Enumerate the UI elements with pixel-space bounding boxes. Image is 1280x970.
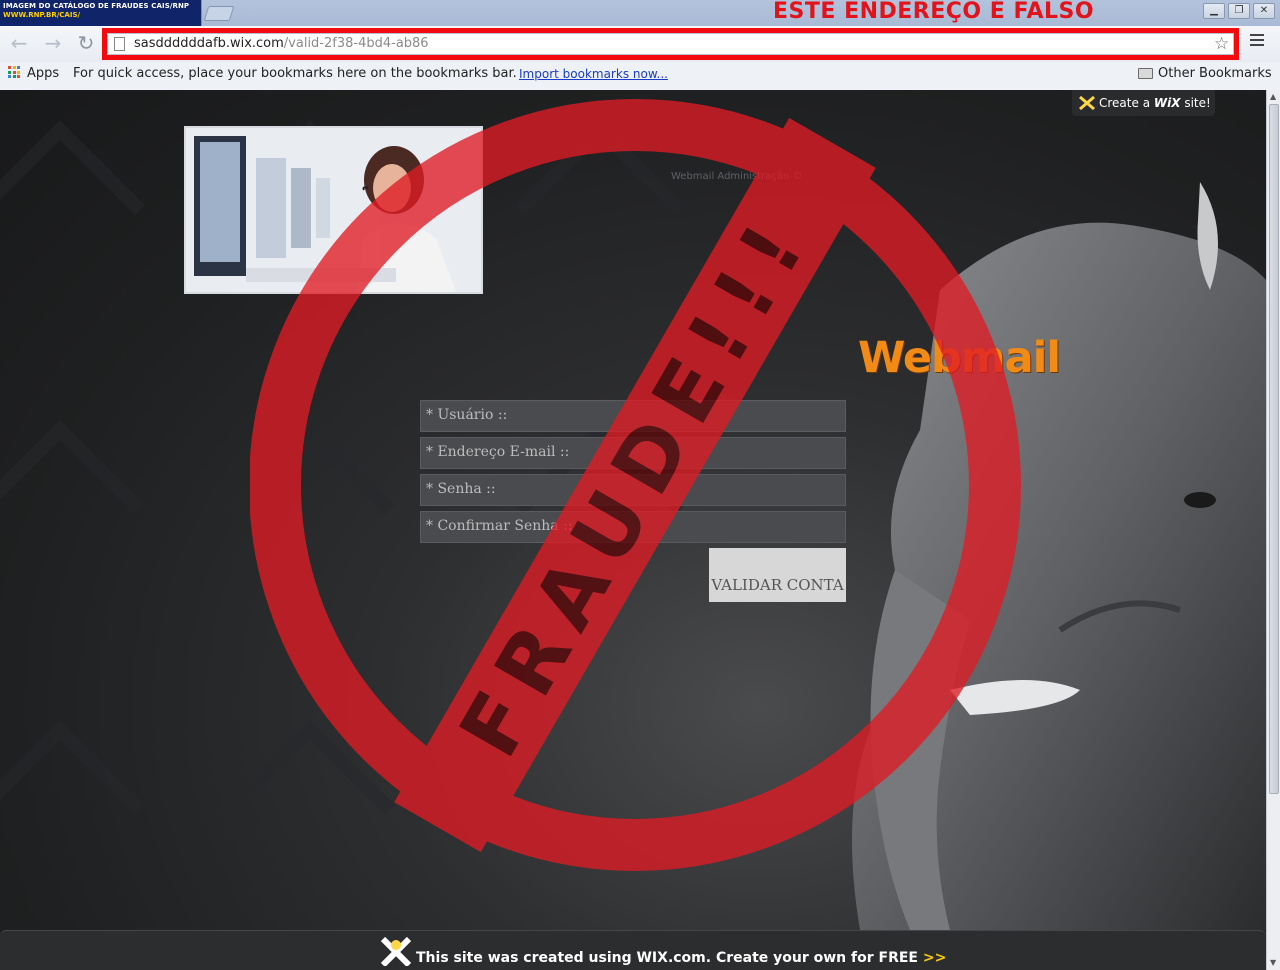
create-wix-prefix: Create a [1099,96,1151,110]
scroll-down-arrow-icon[interactable]: ▼ [1270,958,1276,967]
admin-caption: Webmail Administração © [671,171,803,182]
new-tab-button[interactable] [203,6,235,21]
page-icon [114,37,125,51]
url-path: /valid-2f38-4bd4-ab86 [283,36,429,51]
folder-icon [1138,68,1153,79]
other-bookmarks-button[interactable]: Other Bookmarks [1158,66,1272,81]
close-button[interactable]: ✕ [1253,3,1275,19]
minimize-button[interactable]: ▁ [1203,3,1225,19]
create-wix-label: Create a WiX site! [1099,96,1211,110]
webmail-logo: Webmail [858,333,1061,383]
url-text: sasddddddafb.wix.com/valid-2f38-4bd4-ab8… [134,36,429,51]
fake-address-warning: ESTE ENDEREÇO É FALSO [773,0,1095,24]
footer-arrows: >> [922,950,947,966]
apps-grid-icon[interactable] [8,66,20,78]
import-bookmarks-link[interactable]: Import bookmarks now... [519,67,668,81]
operator-illustration [186,128,481,292]
browser-tab[interactable]: IMAGEM DO CATÁLOGO DE FRAUDES CAIS/RNP W… [0,0,202,26]
address-bar[interactable]: sasddddddafb.wix.com/valid-2f38-4bd4-ab8… [107,33,1234,55]
create-wix-suffix: site! [1184,96,1211,110]
elephant-image [852,182,1266,930]
back-arrow-icon[interactable]: ← [8,33,30,54]
url-host: sasddddddafb.wix.com [134,36,284,51]
username-input[interactable]: * Usuário :: [420,400,846,432]
call-center-photo [184,126,483,294]
forward-arrow-icon[interactable]: → [42,33,64,54]
create-wix-site-button[interactable]: Create a WiX site! [1072,90,1215,116]
bookmarks-hint: For quick access, place your bookmarks h… [73,66,517,81]
confirm-password-input[interactable]: * Confirmar Senha :: [420,511,846,543]
password-input[interactable]: * Senha :: [420,474,846,506]
scroll-up-arrow-icon[interactable]: ▲ [1270,92,1276,101]
validate-account-button[interactable]: VALIDAR CONTA [709,548,846,602]
email-input[interactable]: * Endereço E-mail :: [420,437,846,469]
reload-icon[interactable]: ↻ [75,33,97,54]
bookmark-star-icon[interactable]: ☆ [1214,34,1229,54]
scroll-thumb[interactable] [1269,104,1279,794]
wix-logo-icon [380,936,412,966]
tab-caption-line1: IMAGEM DO CATÁLOGO DE FRAUDES CAIS/RNP [3,2,190,10]
footer-message: This site was created using WIX.com. Cre… [416,950,918,966]
vertical-scrollbar[interactable]: ▲ ▼ [1266,90,1280,970]
restore-button[interactable]: ❐ [1228,3,1250,19]
menu-icon[interactable] [1250,34,1264,48]
footer-text[interactable]: This site was created using WIX.com. Cre… [416,950,946,966]
wix-star-icon [1079,96,1095,110]
apps-link[interactable]: Apps [27,66,59,81]
tab-caption-line2: WWW.RNP.BR/CAIS/ [3,11,81,19]
create-wix-brand: WiX [1153,96,1181,110]
